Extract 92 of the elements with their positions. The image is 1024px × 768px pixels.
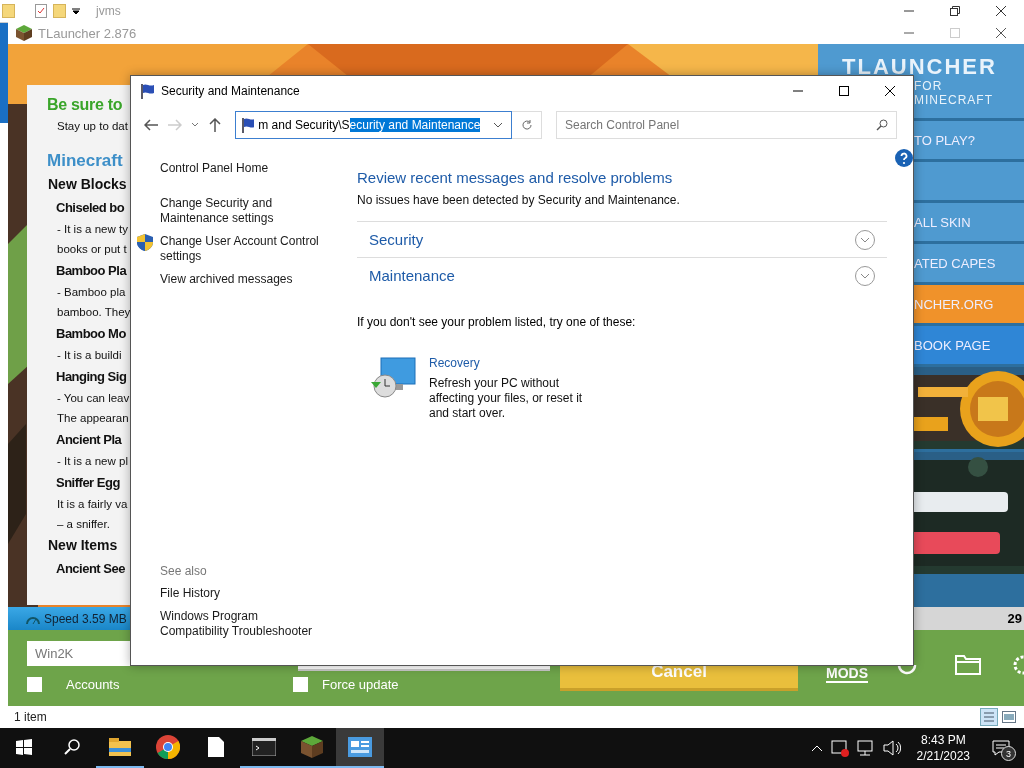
windows-start-icon[interactable]: [16, 739, 32, 755]
address-bar[interactable]: m and Security\Security and Maintenance: [235, 111, 512, 139]
recovery-icon: [369, 356, 417, 400]
address-text: m and Security\Security and Maintenance: [258, 118, 481, 132]
download-speed: Speed 3.59 MB: [44, 611, 127, 626]
help-icon[interactable]: [895, 149, 913, 167]
news-text: bamboo. They: [57, 305, 131, 320]
news-text: books or put t: [57, 242, 127, 257]
terminal-icon: [252, 738, 276, 756]
counter-text: 29: [1007, 611, 1022, 626]
shield-icon: [137, 234, 153, 251]
recovery-link[interactable]: Recovery: [429, 356, 480, 370]
news-text: It is a fairly va: [57, 497, 128, 512]
back-icon[interactable]: [144, 119, 158, 131]
news-subheading: Hanging Sig: [56, 368, 127, 386]
force-update-checkbox[interactable]: [293, 677, 308, 692]
flag-icon: [139, 81, 155, 100]
message-icon: [992, 740, 1010, 756]
maximize-icon[interactable]: [839, 85, 849, 96]
search-icon[interactable]: [64, 739, 80, 755]
search-icon: [876, 119, 888, 131]
chevron-down-icon[interactable]: [191, 122, 199, 128]
window-title: TLauncher 2.876: [38, 25, 137, 41]
network-icon[interactable]: [856, 740, 875, 756]
clock[interactable]: 8:43 PM 2/21/2023: [908, 732, 978, 764]
search-field[interactable]: Search Control Panel: [556, 111, 897, 139]
news-headline: Be sure to: [47, 95, 123, 115]
status-message: No issues have been detected by Security and Maintenance.: [357, 193, 680, 207]
news-subheading: Bamboo Pla: [56, 262, 127, 280]
chevron-down-icon[interactable]: [492, 122, 503, 128]
logo-tagline: FOR MINECRAFT: [914, 79, 994, 107]
chevron-up-icon[interactable]: [810, 744, 823, 752]
news-text: Stay up to dat: [57, 119, 128, 134]
section-title[interactable]: Security: [369, 231, 424, 248]
news-text: - It is a new pl: [57, 454, 128, 469]
restore-icon[interactable]: [950, 6, 960, 16]
thumbnail-view-icon[interactable]: [1000, 708, 1018, 726]
checkbox-label: Force update: [322, 677, 399, 692]
chrome-icon: [156, 735, 180, 759]
news-subheading: Chiseled bo: [56, 199, 125, 217]
logo-text: TLAUNCHER: [842, 55, 998, 79]
nav-link[interactable]: View archived messages: [160, 272, 332, 287]
dropdown-icon[interactable]: [72, 7, 80, 15]
news-title: Minecraft: [47, 150, 123, 172]
nav-link[interactable]: Change Security and Maintenance settings: [160, 196, 332, 226]
see-also-heading: See also: [160, 564, 207, 578]
news-text: – a sniffer.: [57, 517, 110, 532]
flag-icon: [240, 116, 255, 134]
notification-count: 3: [1001, 746, 1016, 761]
nav-link[interactable]: Change User Account Control settings: [160, 234, 332, 264]
security-alert-icon[interactable]: [830, 739, 849, 757]
window-title: jvms: [96, 4, 121, 18]
news-text: - Bamboo pla: [57, 285, 126, 300]
folder-icon: [109, 738, 131, 756]
accounts-checkbox[interactable]: [27, 677, 42, 692]
news-text: - It is a buildi: [57, 348, 122, 363]
see-also-link[interactable]: Windows Program Compatibility Troubleshooter: [160, 609, 320, 639]
section-heading: New Items: [48, 536, 118, 555]
folder-icon[interactable]: [955, 653, 981, 675]
nav-link[interactable]: Control Panel Home: [160, 161, 332, 176]
status-text: 1 item: [14, 710, 47, 724]
see-also-link[interactable]: File History: [160, 586, 320, 601]
chevron-down-icon: [860, 236, 870, 243]
gear-icon[interactable]: [1011, 653, 1024, 677]
properties-icon[interactable]: [35, 4, 47, 18]
news-text: - It is a new ty: [57, 222, 128, 237]
close-icon[interactable]: [996, 6, 1006, 16]
grass-block-icon: [301, 736, 323, 758]
up-arrow-icon[interactable]: [209, 118, 221, 132]
news-subheading: Ancient See: [56, 560, 125, 578]
window-title: Security and Maintenance: [161, 83, 300, 98]
control-panel-icon: [348, 737, 372, 757]
close-icon[interactable]: [996, 28, 1006, 38]
page-heading: Review recent messages and resolve problems: [357, 169, 673, 186]
taskbar-app[interactable]: [336, 728, 384, 768]
hint-text: If you don't see your problem listed, try one of these:: [357, 315, 636, 329]
section-heading: New Blocks: [48, 175, 127, 194]
volume-icon[interactable]: [882, 740, 901, 756]
refresh-icon: [520, 119, 533, 131]
news-subheading: Ancient Pla: [56, 431, 122, 449]
news-text: - You can leav: [57, 391, 130, 406]
document-icon: [208, 737, 224, 757]
close-icon[interactable]: [885, 85, 895, 96]
section-title[interactable]: Maintenance: [369, 267, 455, 284]
news-subheading: Bamboo Mo: [56, 325, 126, 343]
grass-block-icon: [16, 25, 32, 41]
recovery-description: Refresh your PC without affecting your files, or reset it and start over.: [429, 376, 583, 420]
notifications-button[interactable]: 3: [986, 733, 1016, 763]
news-text: The appearan: [57, 411, 129, 426]
checkbox-label: Accounts: [66, 677, 120, 692]
chevron-down-icon: [860, 272, 870, 279]
news-subheading: Sniffer Egg: [56, 474, 120, 492]
